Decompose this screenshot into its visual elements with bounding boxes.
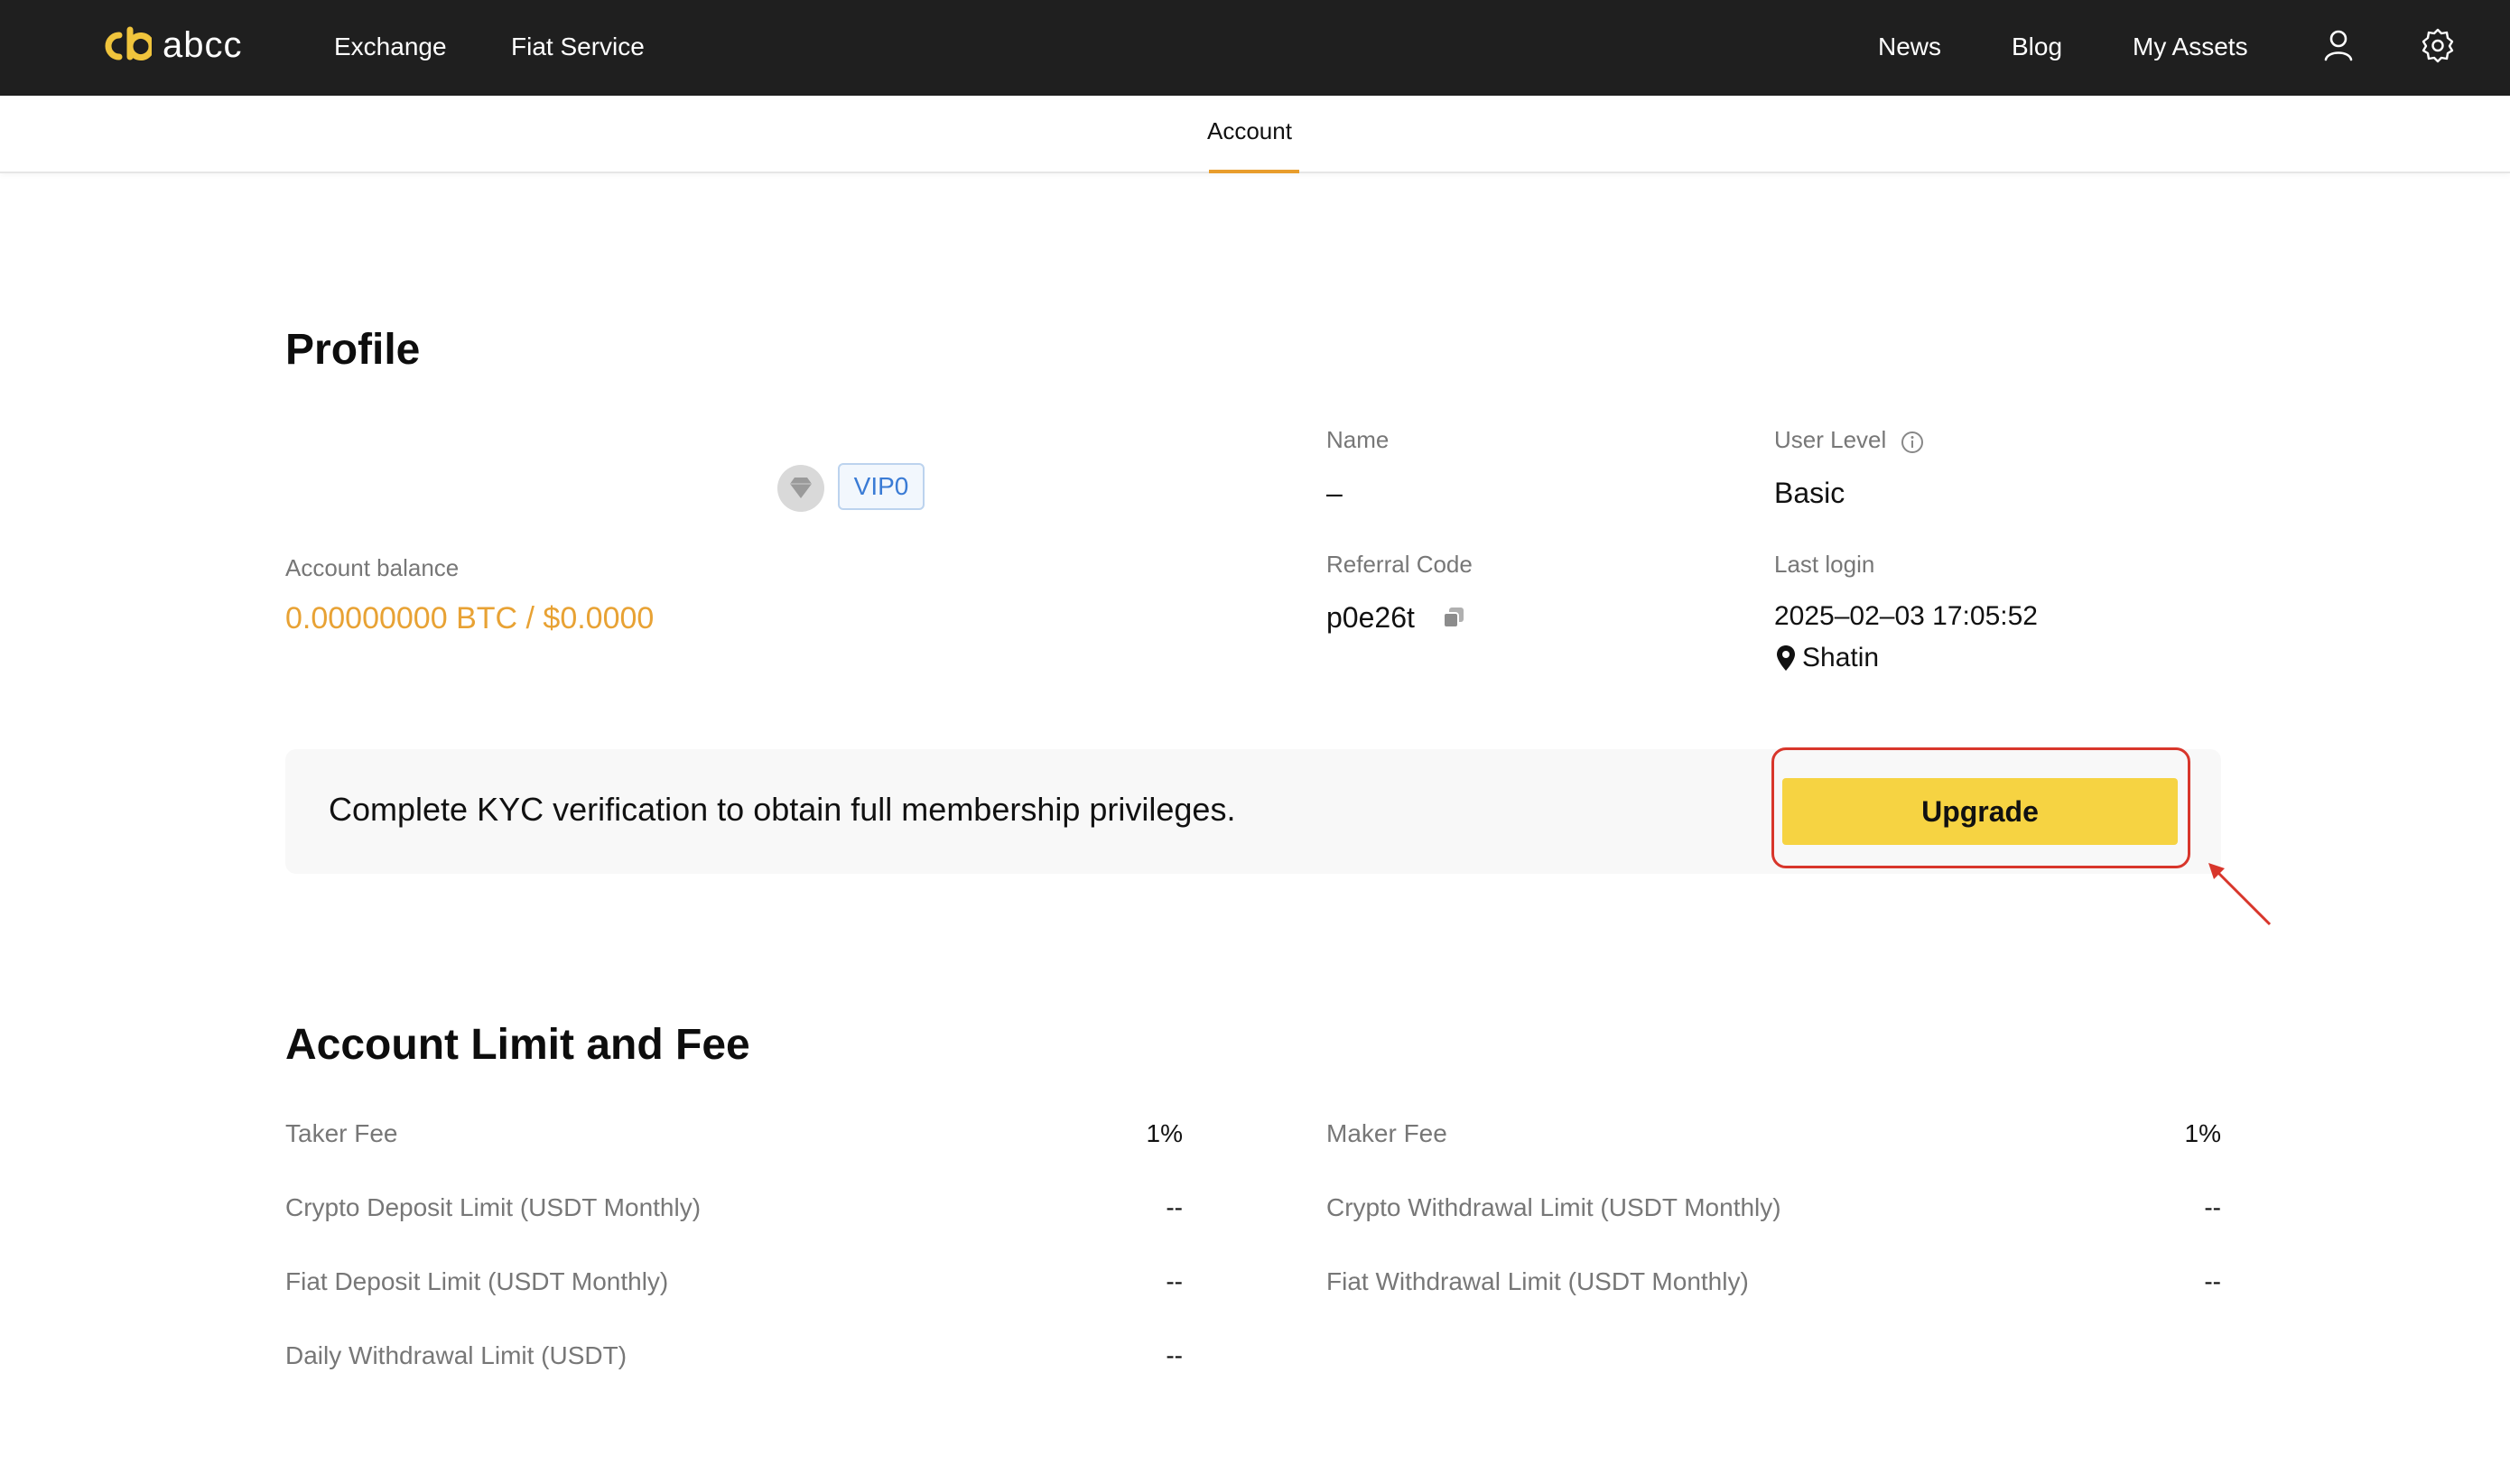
account-balance-label: Account balance: [285, 554, 460, 581]
fiat-withdrawal-limit-value: --: [2204, 1267, 2221, 1295]
account-balance-value: 0.00000000 BTC / $0.0000: [285, 601, 655, 635]
gear-icon[interactable]: [2420, 27, 2456, 63]
active-tab-indicator: [1209, 170, 1299, 173]
referral-code-value[interactable]: p0e26t: [1326, 601, 1415, 635]
fiat-deposit-limit-value: --: [1166, 1267, 1183, 1295]
name-value: –: [1326, 477, 1343, 509]
nav-news[interactable]: News: [1878, 31, 1941, 63]
sub-header: Account: [0, 96, 2510, 173]
user-level-value: Basic: [1774, 477, 1845, 509]
user-icon[interactable]: [2320, 27, 2357, 63]
info-icon[interactable]: [1900, 430, 1925, 455]
logo-text: abcc: [163, 25, 243, 65]
taker-fee-label: Taker Fee: [285, 1119, 398, 1147]
crypto-deposit-limit-value: --: [1166, 1193, 1183, 1221]
vip-diamond-icon: [777, 465, 824, 512]
maker-fee-value: 1%: [2184, 1119, 2221, 1147]
location-pin-icon: [1777, 645, 1795, 671]
annotation-arrow-icon: [2208, 863, 2272, 926]
nav-fiat-service[interactable]: Fiat Service: [511, 31, 645, 63]
crypto-deposit-limit-label: Crypto Deposit Limit (USDT Monthly): [285, 1193, 702, 1221]
user-level-label: User Level: [1774, 426, 1887, 453]
daily-withdrawal-limit-value: --: [1166, 1341, 1183, 1369]
fiat-withdrawal-limit-label: Fiat Withdrawal Limit (USDT Monthly): [1326, 1267, 1749, 1295]
copy-icon[interactable]: [1441, 605, 1466, 630]
referral-code-label: Referral Code: [1326, 551, 1473, 578]
vip-level-badge: VIP0: [838, 463, 925, 510]
top-navigation-bar: abcc Exchange Fiat Service News Blog My …: [0, 0, 2510, 96]
name-label: Name: [1326, 426, 1390, 453]
maker-fee-label: Maker Fee: [1326, 1119, 1447, 1147]
fiat-deposit-limit-label: Fiat Deposit Limit (USDT Monthly): [285, 1267, 669, 1295]
crypto-withdrawal-limit-value: --: [2204, 1193, 2221, 1221]
crypto-withdrawal-limit-label: Crypto Withdrawal Limit (USDT Monthly): [1326, 1193, 1781, 1221]
limits-title: Account Limit and Fee: [285, 1021, 750, 1069]
last-login-location: Shatin: [1802, 643, 1880, 672]
profile-title: Profile: [285, 326, 421, 374]
last-login-time: 2025–02–03 17:05:52: [1774, 601, 2038, 631]
upgrade-button[interactable]: Upgrade: [1782, 778, 2178, 845]
abcc-logo[interactable]: abcc: [101, 25, 243, 66]
nav-exchange[interactable]: Exchange: [334, 31, 447, 63]
tab-account[interactable]: Account: [1207, 117, 1292, 145]
abcc-logo-icon: [105, 26, 152, 60]
last-login-label: Last login: [1774, 551, 1875, 578]
nav-blog[interactable]: Blog: [2012, 31, 2062, 63]
kyc-message: Complete KYC verification to obtain full…: [329, 791, 1236, 828]
daily-withdrawal-limit-label: Daily Withdrawal Limit (USDT): [285, 1341, 628, 1369]
nav-my-assets[interactable]: My Assets: [2133, 31, 2248, 63]
taker-fee-value: 1%: [1146, 1119, 1183, 1147]
